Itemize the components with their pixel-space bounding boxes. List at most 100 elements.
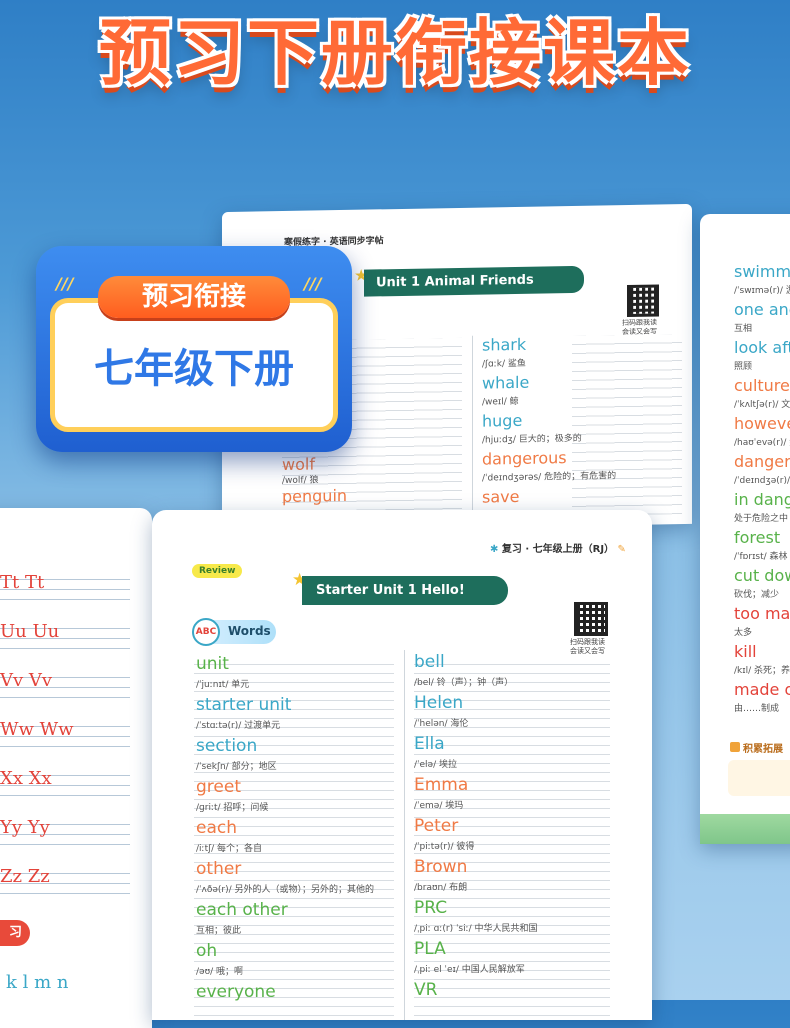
vocab-word: everyone [196, 982, 276, 1002]
vocab-word: swimmer [734, 262, 790, 281]
right-book-page: swimmer/ˈswɪmə(r)/ 游泳 one anot 互相 look afte… [700, 214, 790, 844]
words-section-label: ABC Words [192, 618, 276, 646]
alphabet-row: Ww Ww [0, 719, 74, 740]
vocab-word: culture [734, 376, 790, 395]
badge-top-label: 预习衔接 [98, 276, 290, 318]
vocab-word: too many [734, 604, 790, 623]
vocab-word: forest [734, 528, 781, 547]
vocab-word: Emma [414, 775, 469, 795]
vocab-word: unit [196, 654, 229, 674]
vocab-phonetic: /ˈelə/ 埃拉 [414, 759, 457, 770]
alphabet-row: Tt Tt [0, 572, 45, 593]
vocab-phonetic: 处于危险之中 [734, 513, 789, 524]
vocab-phonetic: /ˈpiːtə(r)/ 彼得 [414, 841, 475, 852]
vocab-word: oh [196, 941, 218, 961]
bottom-letters: k l m n [6, 972, 69, 993]
column-divider [404, 650, 405, 1020]
alphabet-row: Zz Zz [0, 866, 50, 887]
column-divider [472, 335, 473, 521]
vocab-word: Peter [414, 816, 459, 836]
vocab-phonetic: /ɡriːt/ 招呼；问候 [196, 802, 269, 813]
vocab-phonetic: /əʊ/ 哦；啊 [196, 966, 244, 977]
vocab-word: wolf [282, 454, 315, 475]
vocab-word: greet [196, 777, 241, 797]
vocab-word: whale [482, 372, 530, 393]
vocab-phonetic: 互相 [734, 323, 753, 334]
vocab-word: huge [482, 410, 523, 431]
front-book-page: ✱ 复习 · 七年级上册（RJ） ✎ Review ★ Starter Unit… [152, 510, 652, 1020]
qr-code [574, 602, 608, 636]
vocab-phonetic: /ˈdeɪndʒə(r)/ 危险 [734, 475, 790, 486]
grade-badge: 预习衔接 /// /// 七年级下册 [36, 246, 352, 452]
section-tab: 习 [0, 920, 30, 946]
vocab-phonetic: /ˈstɑːtə(r)/ 过渡单元 [196, 720, 281, 731]
vocab-phonetic: /ˌpiː el ˈeɪ/ 中国人民解放军 [414, 964, 525, 975]
vocab-phonetic: /ˈsekʃn/ 部分；地区 [196, 761, 277, 772]
qr-caption: 扫码跟我读 会读又会写 [570, 638, 605, 655]
vocab-word: VR [414, 980, 438, 1000]
vocab-word: penguin [282, 485, 348, 507]
snowflake-icon: ✱ [490, 544, 499, 555]
vocab-phonetic: /ˌpiː ɑː(r) ˈsiː/ 中华人民共和国 [414, 923, 538, 934]
badge-main-text: 七年级下册 [94, 346, 294, 392]
qr-code [627, 284, 659, 318]
book-icon [730, 742, 740, 752]
vocab-phonetic: 太多 [734, 627, 753, 638]
vocab-phonetic: 互相；彼此 [196, 925, 242, 936]
badge-dashes-left: /// [56, 274, 74, 293]
front-book-header: ✱ 复习 · 七年级上册（RJ） ✎ [490, 544, 626, 555]
vocab-word: in dange [734, 490, 790, 509]
review-tag: Review [192, 564, 243, 578]
vocab-phonetic: /iːtʃ/ 每个；各自 [196, 843, 263, 854]
alphabet-row: Xx Xx [0, 768, 52, 789]
vocab-word: save [482, 486, 520, 507]
vocab-phonetic: /ˈdeɪndʒərəs/ 危险的；有危害的 [482, 471, 617, 484]
vocab-word: shark [482, 334, 527, 355]
vocab-word: PRC [414, 898, 448, 918]
vocab-phonetic: /ˈʌðə(r)/ 另外的人（或物）；另外的；其他的 [196, 884, 374, 895]
vocab-phonetic: /ˈfɒrɪst/ 森林 [734, 551, 788, 562]
back-book-unit-title: Unit 1 Animal Friends [364, 265, 584, 297]
vocab-word: each other [196, 900, 288, 920]
vocab-phonetic: /haʊˈevə(r)/ 然而 [734, 437, 790, 448]
vocab-word: one anot [734, 300, 790, 319]
vocab-word: danger [734, 452, 790, 471]
vocab-word: starter unit [196, 695, 292, 715]
alphabet-row: Vv Vv [0, 670, 53, 691]
vocab-word: PLA [414, 939, 446, 959]
badge-dashes-right: /// [304, 274, 322, 293]
vocab-word: kill [734, 642, 757, 661]
words-label-text: Words [228, 624, 271, 638]
vocab-word: dangerous [482, 448, 567, 469]
vocab-phonetic: /ˈemə/ 埃玛 [414, 800, 464, 811]
vocab-phonetic: /hjuːdʒ/ 巨大的；极多的 [482, 433, 582, 446]
vocab-word: Helen [414, 693, 464, 713]
vocab-word: made of [734, 680, 790, 699]
pencil-icon: ✎ [617, 544, 626, 555]
writing-lines [572, 334, 682, 516]
vocab-word: bell [414, 652, 445, 672]
vocab-phonetic: /kɪl/ 杀死；养死 [734, 665, 790, 676]
vocab-phonetic: /ˈkʌltʃə(r)/ 文化 [734, 399, 790, 410]
vocab-word: however [734, 414, 790, 433]
vocab-phonetic: 由……制成 [734, 703, 780, 714]
vocab-word: Ella [414, 734, 445, 754]
vocab-phonetic: /ˈswɪmə(r)/ 游泳 [734, 285, 790, 296]
front-book-unit-title: Starter Unit 1 Hello! [302, 576, 508, 605]
vocab-phonetic: 砍伐；减少 [734, 589, 780, 600]
abc-icon: ABC [192, 618, 220, 646]
vocab-phonetic: /bel/ 铃（声）；钟（声） [414, 677, 514, 688]
vocab-word: look afte [734, 338, 790, 357]
vocab-word: Brown [414, 857, 468, 877]
footer-box [728, 760, 790, 796]
page-title: 预习下册衔接课本 [98, 11, 691, 95]
vocab-word: section [196, 736, 258, 756]
left-book-page: Tt Tt Uu Uu Vv Vv Ww Ww Xx Xx Yy Yy Zz Zz 习 k … [0, 508, 152, 1028]
vocab-word: other [196, 859, 242, 879]
alphabet-row: Yy Yy [0, 817, 50, 838]
vocab-phonetic: /weɪl/ 鲸 [482, 396, 519, 408]
vocab-phonetic: 照顾 [734, 361, 753, 372]
vocab-word: each [196, 818, 237, 838]
vocab-phonetic: /braʊn/ 布朗 [414, 882, 468, 893]
vocab-phonetic: /ʃɑːk/ 鲨鱼 [482, 358, 526, 370]
